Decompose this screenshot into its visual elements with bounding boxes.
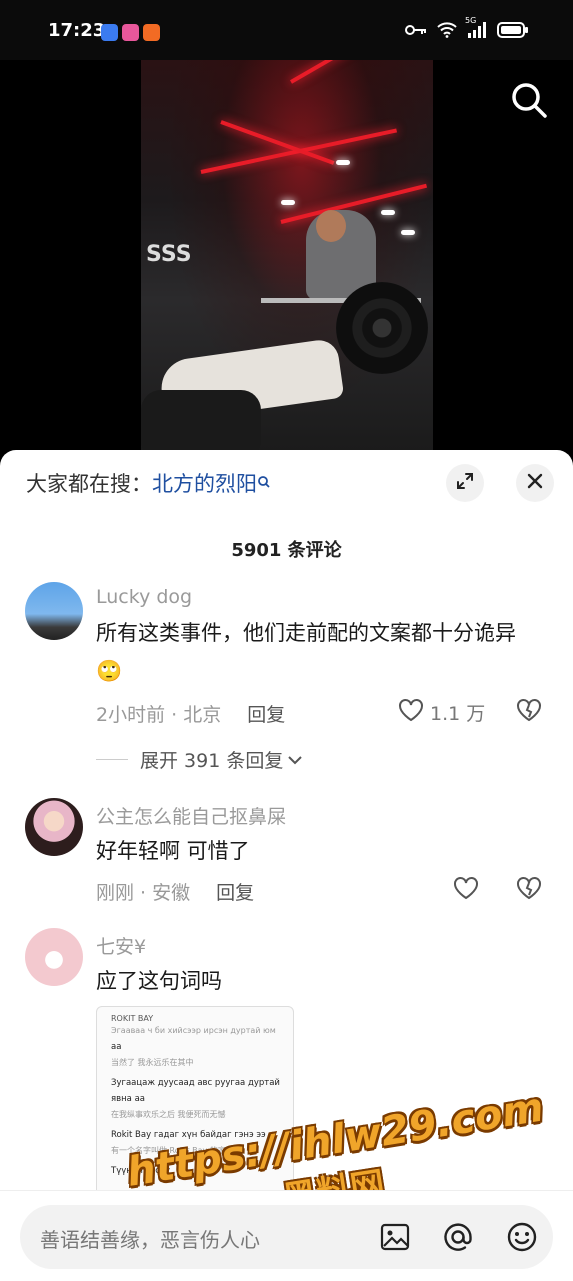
hot-search-term[interactable]: 北方的烈阳 [152,472,257,496]
close-icon [526,472,544,494]
reply-button[interactable]: 回复 [216,878,254,905]
attached-image-line: аа [111,1042,122,1052]
expand-button[interactable] [446,464,484,502]
avatar[interactable] [25,582,83,640]
app-icon-pink [122,24,139,41]
comment-text: 所有这类事件，他们走前配的文案都十分诡异 🙄 [96,614,541,690]
comment-input-bar: 善语结善缘，恶言伤人心 [0,1190,573,1281]
close-button[interactable] [516,464,554,502]
key-icon [405,23,427,37]
comment-meta: 刚刚 · 安徽 回复 [96,878,254,905]
battery-icon [497,22,529,38]
system-icons: 5G [405,16,529,38]
barbell-plates [336,282,428,374]
status-time: 17:23 [48,20,106,41]
comment-username[interactable]: 七安¥ [96,932,146,959]
attached-image-line: 当然了 我永远乐在其中 [111,1058,194,1067]
avatar[interactable] [25,798,83,856]
ceiling-light [281,200,295,205]
attached-image-line: явна аа [111,1094,146,1104]
notification-app-icons [101,24,160,41]
image-icon[interactable] [377,1219,413,1255]
comment-input-placeholder: 善语结善缘，恶言伤人心 [40,1228,260,1252]
attached-image-line: Зугаацаж дуусаад авс руугаа дуртай [111,1078,280,1088]
ceiling-light [381,210,395,215]
comment-text: 应了这句词吗 [96,969,222,993]
comment-count: 5901 条评论 [231,540,342,561]
divider-line [96,759,128,760]
at-icon[interactable] [440,1219,476,1255]
attached-image-line: 在我纵事欢乐之后 我便死而无憾 [111,1110,226,1119]
comment-time-location: 2小时前 · 北京 [96,704,222,726]
heart-icon [398,698,424,727]
small-search-icon [257,472,271,496]
comment-username[interactable]: 公主怎么能自己抠鼻屎 [96,802,286,829]
like-button[interactable]: 1.1 万 [398,698,485,727]
app-icon-blue [101,24,118,41]
gym-sign: SSS [146,242,192,267]
attached-image-line: ROKIT BAY [111,1014,154,1023]
dislike-button[interactable] [516,698,542,726]
neon-light [290,60,414,84]
dislike-button[interactable] [516,876,542,904]
comment-meta: 2小时前 · 北京 回复 [96,700,285,727]
video-player[interactable]: SSS [0,60,573,460]
like-button[interactable] [453,876,485,905]
spotter-head [316,210,346,242]
ceiling-light [401,230,415,235]
neon-light [220,120,335,165]
heart-icon [453,876,479,905]
expand-icon [455,471,475,495]
broken-heart-icon [516,699,542,726]
chevron-down-icon [287,749,303,771]
hot-search[interactable]: 大家都在搜：北方的烈阳 [26,468,271,498]
like-count: 1.1 万 [430,703,486,725]
avatar[interactable] [25,928,83,986]
app-icon-orange [143,24,160,41]
video-frame: SSS [141,60,433,460]
hot-search-prefix: 大家都在搜： [26,472,152,496]
status-bar: 17:23 5G [0,0,573,60]
ceiling-light [336,160,350,165]
expand-replies[interactable]: 展开 391 条回复 [96,746,303,773]
attached-image-line: Эгааваа ч би хийсээр ирсэн дуртай юм [111,1026,276,1035]
broken-heart-icon [516,877,542,904]
comment-text: 好年轻啊 可惜了 [96,839,250,863]
emoji: 🙄 [96,659,123,683]
reply-button[interactable]: 回复 [247,700,285,727]
wifi-icon [437,22,457,38]
comment-body: 所有这类事件，他们走前配的文案都十分诡异 [96,621,516,645]
emoji-icon[interactable] [504,1219,540,1255]
expand-replies-label: 展开 391 条回复 [140,750,284,772]
comment-time-location: 刚刚 · 安徽 [96,882,191,904]
search-icon[interactable] [509,80,549,120]
comment-input[interactable]: 善语结善缘，恶言伤人心 [20,1205,553,1269]
comment-username[interactable]: Lucky dog [96,586,192,608]
signal-icon: 5G [465,16,487,38]
network-label: 5G [465,16,477,25]
